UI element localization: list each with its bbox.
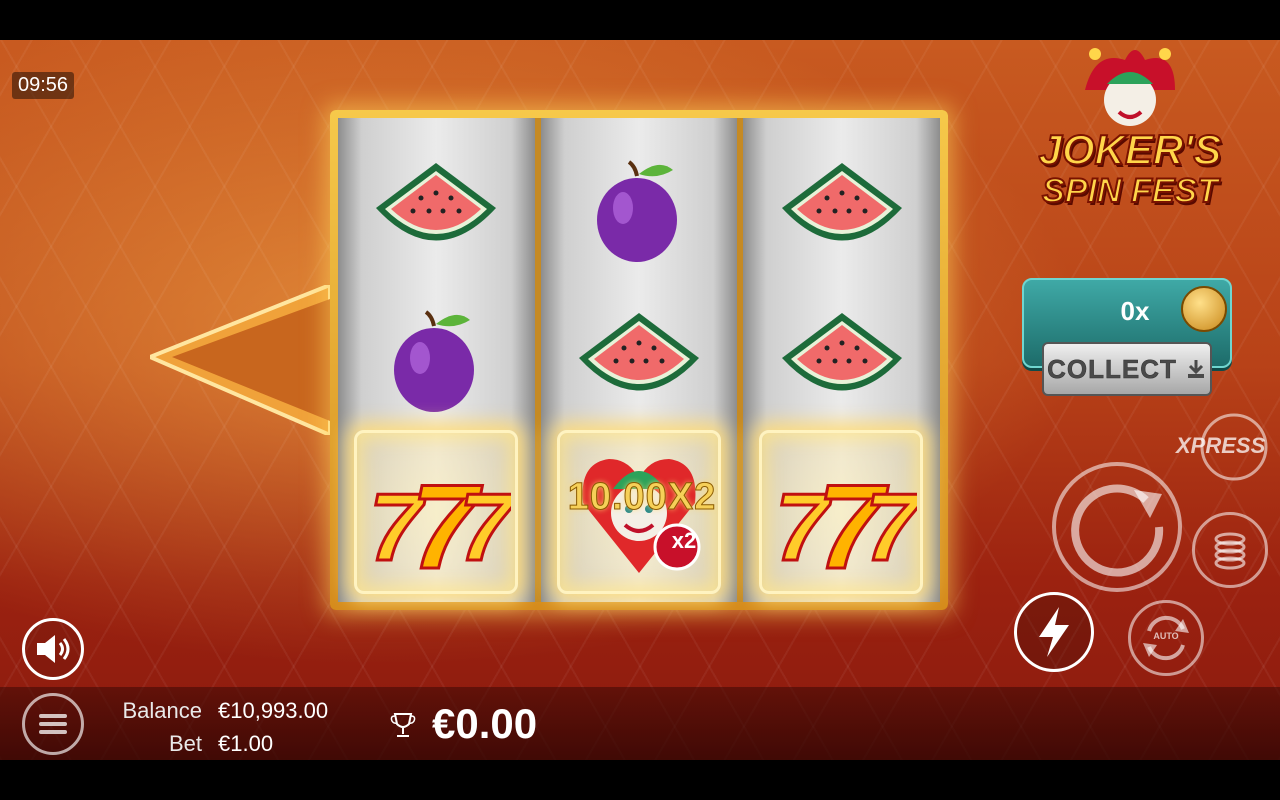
bottom-letterbox <box>0 760 1280 800</box>
lightning-icon <box>1039 607 1069 657</box>
reel-frame: 7 7 7 7 7 7 <box>330 110 948 610</box>
svg-text:7: 7 <box>459 474 511 578</box>
symbol-watermelon <box>743 288 940 438</box>
symbol-watermelon <box>541 288 738 438</box>
speaker-icon <box>37 635 70 663</box>
joker-head-icon <box>1085 48 1175 126</box>
clock: 09:56 <box>12 72 75 99</box>
balance-value: €10,993.00 <box>218 698 329 723</box>
autoplay-label: AUTO <box>1153 631 1179 641</box>
game-stage: 09:56 7 7 7 7 7 7 10.00X2 x2 JOKER'S SPI… <box>0 40 1280 760</box>
hamburger-icon <box>39 714 67 734</box>
collect-button[interactable]: COLLECT <box>1042 342 1212 396</box>
spin-button[interactable] <box>1052 462 1182 592</box>
reel-3: 7 7 7 <box>743 118 941 602</box>
trophy-icon <box>390 713 416 737</box>
symbol-watermelon <box>743 138 940 288</box>
reels: 7 7 7 7 7 7 <box>338 118 941 602</box>
menu-button[interactable] <box>22 693 84 755</box>
reel-2 <box>540 118 738 602</box>
joker-multiplier-badge: x2 <box>671 528 697 553</box>
symbol-watermelon <box>338 138 535 288</box>
balance-label: Balance <box>122 698 202 723</box>
coin-stack-icon <box>1214 532 1246 570</box>
top-letterbox <box>0 0 1280 40</box>
logo-title: JOKER'S <box>1038 125 1223 174</box>
collect-multiplier: 0x <box>1120 296 1150 326</box>
bet-value: €1.00 <box>218 731 274 756</box>
coins-icon <box>1181 286 1227 332</box>
svg-text:7: 7 <box>865 474 917 578</box>
bet-label: Bet <box>168 731 202 756</box>
logo-subtitle: SPIN FEST <box>1041 171 1219 211</box>
sound-button[interactable] <box>22 618 84 680</box>
game-logo: JOKER'S SPIN FEST <box>1025 40 1235 240</box>
turbo-button[interactable] <box>1014 592 1094 672</box>
bet-settings-button[interactable] <box>1192 512 1268 588</box>
win-multiplier-label: 10.00X2 <box>567 476 717 519</box>
reel-1: 7 7 7 <box>338 118 535 602</box>
symbol-seven: 7 7 7 <box>338 438 535 588</box>
symbol-seven: 7 7 7 <box>743 438 940 588</box>
collect-down-icon <box>1187 360 1204 378</box>
spin-arrow-icon <box>1071 484 1164 577</box>
symbol-plum <box>541 138 738 288</box>
xpress-label: XPRESS <box>1176 433 1266 458</box>
reel-pointer-arrow <box>150 285 332 435</box>
autoplay-button[interactable]: AUTO <box>1128 600 1204 676</box>
collect-button-label: COLLECT <box>1047 353 1177 384</box>
symbol-plum <box>338 288 535 438</box>
win-amount: €0.00 <box>432 700 538 747</box>
